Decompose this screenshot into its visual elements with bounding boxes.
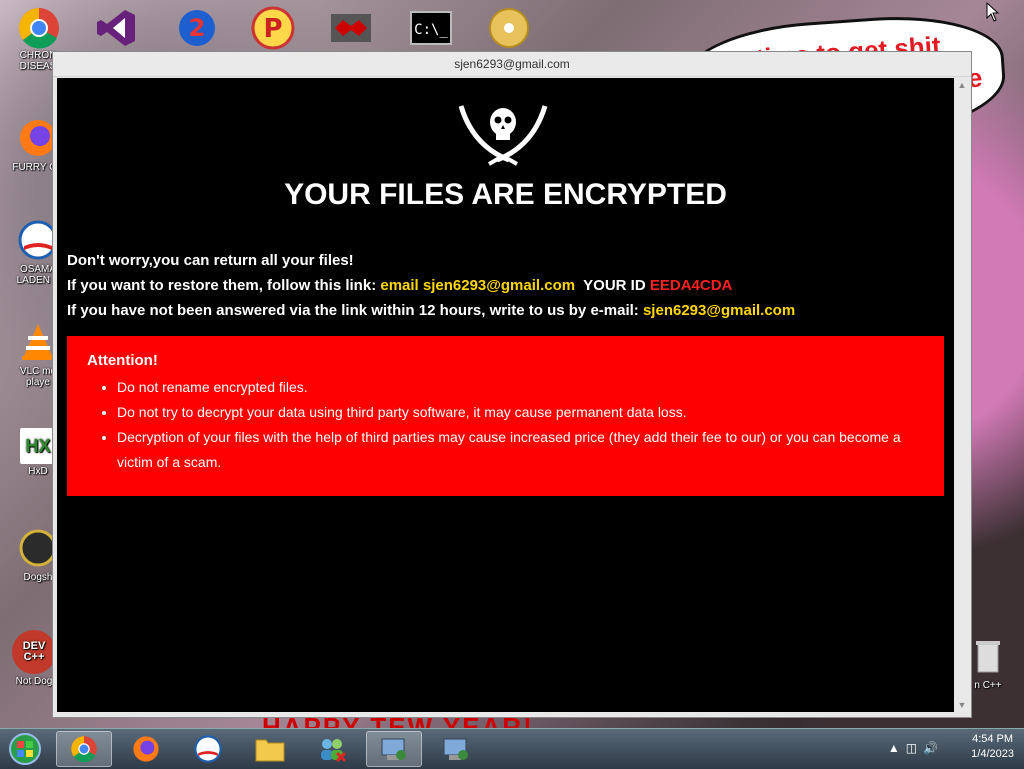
taskbar-installer-1[interactable]	[366, 731, 422, 767]
line2-prefix: If you want to restore them, follow this…	[67, 277, 377, 294]
desktop-icon-label: Not Dog	[15, 676, 53, 687]
desktop-icon-label: n C++	[974, 680, 1002, 691]
attention-item: Do not try to decrypt your data using th…	[117, 400, 924, 425]
taskbar-firefox[interactable]	[118, 731, 174, 767]
ransom-heading: YOUR FILES ARE ENCRYPTED	[284, 178, 727, 211]
dev-cpp-icon: DEV C++	[12, 630, 56, 674]
folder-icon	[255, 739, 285, 762]
ransom-content: YOUR FILES ARE ENCRYPTED Don't worry,you…	[57, 78, 954, 712]
desktop-icon-label: Dogsh	[23, 572, 53, 583]
window-title[interactable]: sjen6293@gmail.com	[53, 52, 971, 77]
svg-text:P: P	[263, 14, 282, 44]
hxd-icon: HX	[20, 428, 56, 464]
ransom-line-3: If you have not been answered via the li…	[67, 298, 795, 323]
app-bat-icon[interactable]	[326, 6, 376, 50]
svg-text:C:\_: C:\_	[414, 22, 448, 38]
ransom-line-1: Don't worry,you can return all your file…	[67, 252, 354, 269]
desktop-icon-label: HxD	[28, 466, 48, 477]
start-button[interactable]	[2, 731, 48, 767]
obama-logo-icon	[194, 735, 222, 763]
system-tray: ▲◫🔊	[888, 741, 944, 755]
backup-email[interactable]: sjen6293@gmail.com	[643, 302, 795, 319]
id-label: YOUR ID	[583, 277, 646, 294]
start-orb-icon	[9, 733, 41, 765]
attention-item: Do not rename encrypted files.	[117, 375, 924, 400]
attention-item: Decryption of your files with the help o…	[117, 425, 924, 475]
taskbar-obama[interactable]	[180, 731, 236, 767]
users-icon	[321, 739, 347, 763]
attention-box: Attention! Do not rename encrypted files…	[67, 336, 944, 496]
desktop-icon-label: VLC me playe	[19, 366, 57, 388]
clock-time: 4:54 PM	[972, 733, 1014, 745]
ransom-message: Don't worry,you can return all your file…	[67, 248, 795, 323]
taskbar: ▲◫🔊 4:54 PM 1/4/2023	[0, 728, 1024, 769]
attention-title: Attention!	[87, 352, 158, 369]
taskbar-explorer[interactable]	[242, 731, 298, 767]
app-p-icon[interactable]: P	[248, 6, 298, 50]
installer-icon	[443, 738, 468, 760]
ransom-line-2: If you want to restore them, follow this…	[67, 273, 795, 298]
svg-text:2: 2	[189, 14, 206, 42]
taskbar-users[interactable]	[304, 731, 360, 767]
line3-prefix: If you have not been answered via the li…	[67, 302, 639, 319]
show-hidden-icons-icon[interactable]: ▲	[888, 741, 906, 755]
ransom-window[interactable]: sjen6293@gmail.com YOUR FILES ARE ENCRYP…	[52, 51, 972, 718]
mouse-cursor-icon	[986, 1, 1000, 27]
firefox-icon	[133, 736, 159, 762]
recycle-bin-icon	[966, 634, 1010, 678]
app-2-icon[interactable]: 2	[172, 6, 222, 50]
taskbar-chrome[interactable]	[56, 731, 112, 767]
scroll-up-icon[interactable]: ▲	[955, 78, 969, 92]
skull-crossbones-icon	[458, 105, 548, 166]
installer-icon	[381, 738, 406, 760]
victim-id: EEDA4CDA	[649, 277, 733, 294]
desktop-icon-label: CHRON DISEAS	[19, 50, 57, 72]
attention-list: Do not rename encrypted files. Do not tr…	[87, 375, 924, 475]
network-icon[interactable]: ◫	[906, 741, 923, 755]
contact-email-link[interactable]: email sjen6293@gmail.com	[380, 277, 575, 294]
clock-date: 1/4/2023	[971, 748, 1014, 760]
scroll-down-icon[interactable]: ▼	[955, 698, 969, 712]
clock[interactable]: 4:54 PM 1/4/2023	[971, 732, 1014, 762]
disc-icon[interactable]	[484, 6, 534, 50]
visual-studio-icon[interactable]	[92, 6, 142, 50]
volume-icon[interactable]: 🔊	[923, 741, 944, 755]
taskbar-installer-2[interactable]	[428, 731, 484, 767]
chrome-icon	[71, 736, 97, 763]
vertical-scrollbar[interactable]: ▲ ▼	[955, 78, 969, 712]
command-prompt-icon[interactable]: C:\_	[406, 6, 456, 50]
